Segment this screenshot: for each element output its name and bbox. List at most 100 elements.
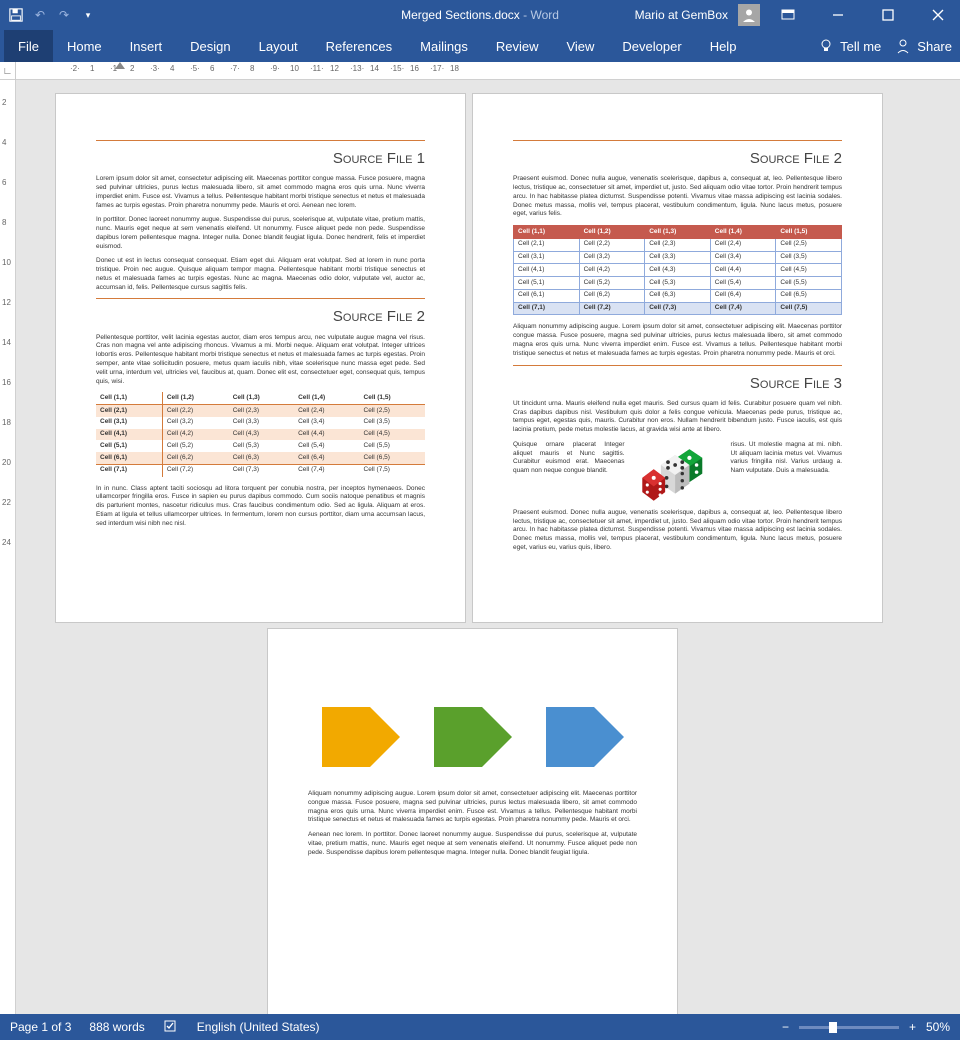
ruler-tick: 1 <box>90 64 94 73</box>
table-cell: Cell (6,1) <box>514 289 580 302</box>
share-button[interactable]: Share <box>895 38 952 54</box>
tab-view[interactable]: View <box>552 30 608 62</box>
ruler-tick: 6 <box>2 178 6 187</box>
tab-file[interactable]: File <box>4 30 53 62</box>
body-text: Aenean nec lorem. In porttitor. Donec la… <box>308 831 637 857</box>
ruler-tick: ·2· <box>70 64 80 73</box>
tab-insert[interactable]: Insert <box>116 30 177 62</box>
table-cell: Cell (4,2) <box>579 264 645 277</box>
table-cell: Cell (5,5) <box>776 277 842 290</box>
zoom-slider[interactable] <box>799 1026 899 1029</box>
tab-help[interactable]: Help <box>696 30 751 62</box>
tell-me-label: Tell me <box>840 39 881 54</box>
tab-mailings[interactable]: Mailings <box>406 30 482 62</box>
page-1[interactable]: Source File 1 Lorem ipsum dolor sit amet… <box>56 94 465 622</box>
body-text: In in nunc. Class aptent taciti sociosqu… <box>96 485 425 529</box>
table-cell: Cell (3,3) <box>229 417 294 429</box>
table-blue[interactable]: Cell (1,1)Cell (1,2)Cell (1,3)Cell (1,4)… <box>513 225 842 315</box>
tell-me-search[interactable]: Tell me <box>818 38 881 54</box>
tab-home[interactable]: Home <box>53 30 116 62</box>
table-cell: Cell (7,5) <box>360 464 425 476</box>
share-label: Share <box>917 39 952 54</box>
table-cell: Cell (5,1) <box>514 277 580 290</box>
ruler-tick: ·11· <box>310 64 324 73</box>
tab-review[interactable]: Review <box>482 30 553 62</box>
ruler-tick: 16 <box>2 378 11 387</box>
table-header-cell: Cell (1,3) <box>229 392 294 404</box>
table-cell: Cell (2,2) <box>162 405 228 417</box>
horizontal-ruler[interactable]: ∟ ·2·1·1·2·3·4·5·6·7·8·9·10·11·12·13·14·… <box>0 62 960 80</box>
spellcheck-icon[interactable] <box>163 1019 179 1036</box>
table-cell: Cell (4,3) <box>229 429 294 441</box>
document-filename: Merged Sections.docx <box>401 8 520 22</box>
ruler-tick: ·7· <box>230 64 240 73</box>
indent-marker-icon[interactable] <box>115 62 125 69</box>
body-text: Donec ut est in lectus consequat consequ… <box>96 257 425 292</box>
tab-developer[interactable]: Developer <box>608 30 695 62</box>
table-header-cell: Cell (1,4) <box>710 226 776 239</box>
ruler-tick: 18 <box>450 64 459 73</box>
table-cell: Cell (5,5) <box>360 440 425 452</box>
document-area[interactable]: Source File 1 Lorem ipsum dolor sit amet… <box>16 80 960 1014</box>
zoom-slider-thumb[interactable] <box>829 1022 837 1033</box>
table-cell: Cell (6,2) <box>579 289 645 302</box>
table-cell: Cell (4,4) <box>710 264 776 277</box>
table-cell: Cell (3,2) <box>579 251 645 264</box>
table-cell: Cell (5,3) <box>229 440 294 452</box>
tab-references[interactable]: References <box>312 30 406 62</box>
zoom-out-icon[interactable]: − <box>782 1020 789 1034</box>
ruler-tick: 2 <box>2 98 6 107</box>
vertical-ruler[interactable]: 24681012141618202224 <box>0 80 16 1014</box>
zoom-in-icon[interactable]: + <box>909 1020 916 1034</box>
app-name-suffix: - Word <box>520 8 559 22</box>
status-word-count[interactable]: 888 words <box>89 1020 144 1034</box>
ruler-tick: 24 <box>2 538 11 547</box>
table-header-cell: Cell (1,4) <box>294 392 359 404</box>
table-cell: Cell (7,2) <box>162 464 228 476</box>
table-cell: Cell (4,1) <box>96 429 162 441</box>
ruler-tick: ·9· <box>270 64 280 73</box>
arrow-shape <box>546 707 624 767</box>
table-cell: Cell (4,3) <box>645 264 711 277</box>
table-header-cell: Cell (1,5) <box>776 226 842 239</box>
ruler-tick: 16 <box>410 64 419 73</box>
table-orange[interactable]: Cell (1,1)Cell (1,2)Cell (1,3)Cell (1,4)… <box>96 392 425 476</box>
tab-layout[interactable]: Layout <box>245 30 312 62</box>
table-cell: Cell (7,3) <box>645 302 711 315</box>
table-cell: Cell (7,4) <box>710 302 776 315</box>
ruler-tick: 12 <box>330 64 339 73</box>
heading-source-file-1: Source File 1 <box>96 140 425 169</box>
body-text: Pellentesque porttitor, velit lacinia eg… <box>96 334 425 387</box>
table-cell: Cell (6,3) <box>645 289 711 302</box>
qat-customize-icon[interactable]: ▾ <box>80 7 96 23</box>
user-name[interactable]: Mario at GemBox <box>635 8 732 22</box>
body-text: Praesent euismod. Donec nulla augue, ven… <box>513 175 842 219</box>
avatar[interactable] <box>738 4 760 26</box>
tab-design[interactable]: Design <box>176 30 244 62</box>
table-cell: Cell (2,4) <box>294 405 359 417</box>
page-3[interactable]: Aliquam nonummy adipiscing augue. Lorem … <box>268 629 677 1014</box>
tab-selector-icon[interactable]: ∟ <box>0 62 16 80</box>
table-cell: Cell (4,2) <box>162 429 228 441</box>
ruler-tick: 14 <box>370 64 379 73</box>
ribbon-display-options-icon[interactable] <box>766 0 810 30</box>
minimize-icon[interactable] <box>816 0 860 30</box>
close-icon[interactable] <box>916 0 960 30</box>
maximize-icon[interactable] <box>866 0 910 30</box>
page-2[interactable]: Source File 2 Praesent euismod. Donec nu… <box>473 94 882 622</box>
dice-image <box>635 445 721 505</box>
table-cell: Cell (6,3) <box>229 452 294 464</box>
redo-icon[interactable]: ↷ <box>56 7 72 23</box>
ruler-tick: 12 <box>2 298 11 307</box>
arrow-shape <box>322 707 400 767</box>
undo-icon[interactable]: ↶ <box>32 7 48 23</box>
save-icon[interactable] <box>8 7 24 23</box>
ruler-tick: ·15· <box>390 64 404 73</box>
title-bar: ↶ ↷ ▾ Merged Sections.docx - Word Mario … <box>0 0 960 30</box>
table-cell: Cell (3,4) <box>710 251 776 264</box>
heading-source-file-3: Source File 3 <box>513 365 842 394</box>
status-page[interactable]: Page 1 of 3 <box>10 1020 71 1034</box>
status-language[interactable]: English (United States) <box>197 1020 320 1034</box>
ruler-tick: 10 <box>290 64 299 73</box>
zoom-percent[interactable]: 50% <box>926 1020 950 1034</box>
